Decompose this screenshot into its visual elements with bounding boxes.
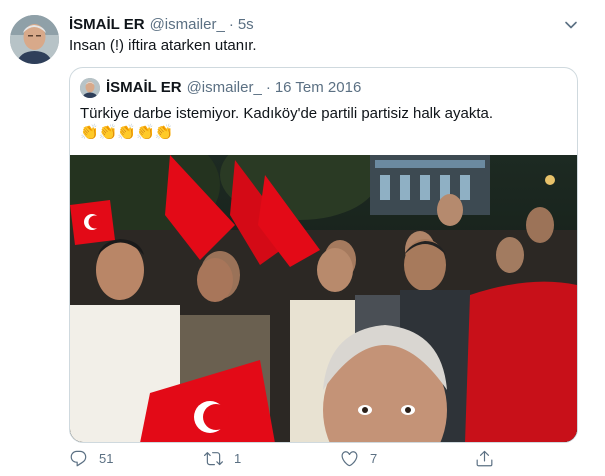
author-avatar[interactable]	[10, 15, 59, 64]
retweet-icon	[204, 452, 223, 466]
more-options-button[interactable]	[560, 14, 582, 36]
separator-dot: ·	[265, 79, 271, 96]
like-button[interactable]: 7	[340, 449, 377, 468]
tweet-timestamp[interactable]: 5s	[238, 16, 254, 33]
quoted-author-name: İSMAİL ER	[106, 79, 182, 96]
share-button[interactable]	[475, 449, 494, 468]
reply-icon	[70, 450, 87, 467]
tweet-actions: 51 1 7	[69, 449, 509, 473]
author-name[interactable]: İSMAİL ER	[69, 16, 145, 33]
quoted-author-handle: @ismailer_	[186, 79, 262, 96]
separator-dot: ·	[228, 15, 234, 33]
reply-count: 51	[99, 451, 114, 466]
author-handle[interactable]: @ismailer_	[150, 16, 225, 33]
tweet[interactable]: İSMAİL ER @ismailer_ · 5s Insan (!) ifti…	[0, 0, 605, 476]
tweet-text: Insan (!) iftira atarken utanır.	[69, 37, 257, 54]
quoted-tweet[interactable]: İSMAİL ER @ismailer_ · 16 Tem 2016 Türki…	[69, 67, 578, 443]
chevron-down-icon	[565, 21, 577, 29]
quoted-author-avatar	[80, 78, 100, 98]
like-count: 7	[370, 451, 378, 466]
retweet-button[interactable]: 1	[204, 449, 241, 468]
clapping-hands-emoji: 👏👏👏👏👏	[80, 124, 174, 141]
retweet-count: 1	[234, 451, 242, 466]
quoted-tweet-text: Türkiye darbe istemiyor. Kadıköy'de part…	[80, 104, 570, 142]
reply-button[interactable]: 51	[69, 449, 113, 468]
quoted-tweet-photo[interactable]	[70, 155, 577, 442]
quoted-tweet-header: İSMAİL ER @ismailer_ · 16 Tem 2016	[106, 79, 361, 96]
heart-icon	[341, 451, 358, 467]
tweet-header: İSMAİL ER @ismailer_ · 5s	[69, 15, 254, 33]
quoted-tweet-timestamp: 16 Tem 2016	[274, 79, 362, 96]
share-icon	[476, 450, 493, 467]
quoted-tweet-body: Türkiye darbe istemiyor. Kadıköy'de part…	[80, 105, 494, 122]
